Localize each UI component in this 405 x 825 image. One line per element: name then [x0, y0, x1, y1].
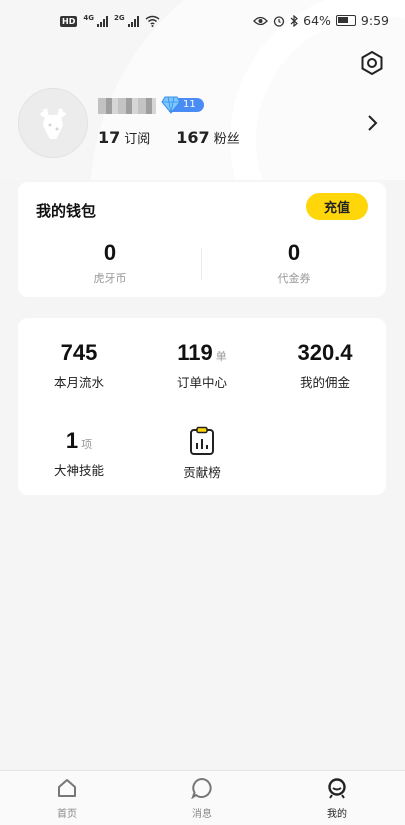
huya-coin-value: 0 — [103, 240, 117, 265]
profile-detail-button[interactable] — [365, 113, 379, 133]
net-label-2: 2G — [113, 14, 125, 22]
stats-card: 745 本月流水 119 单 订单中心 320.4 我的佣金 1项 大神技能 贡献… — [18, 318, 386, 495]
clipboard-chart-icon — [190, 426, 214, 455]
hd-icon: HD — [60, 15, 78, 27]
tab-messages-label: 消息 — [192, 809, 212, 820]
monthly-flow-label: 本月流水 — [53, 375, 104, 390]
subscriptions-count[interactable]: 17 — [98, 128, 120, 147]
signal-icon — [96, 15, 108, 27]
subscriptions-label[interactable]: 订阅 — [124, 128, 150, 147]
voucher-item[interactable]: 0 代金券 — [202, 240, 386, 286]
clock-time: 9:59 — [360, 13, 389, 28]
skills-value: 1 — [65, 428, 79, 453]
huya-coin-item[interactable]: 0 虎牙币 — [18, 240, 202, 286]
wifi-icon — [145, 15, 160, 27]
contribution-item[interactable]: 贡献榜 — [141, 426, 263, 481]
skills-unit: 项 — [81, 439, 93, 451]
follow-stats: 17 订阅 167 粉丝 — [98, 128, 240, 147]
tab-mine-label: 我的 — [327, 809, 347, 820]
status-bar: HD 4G 2G 64% 9:59 — [0, 0, 405, 44]
voucher-label: 代金券 — [277, 272, 311, 285]
fans-count[interactable]: 167 — [176, 128, 209, 147]
tab-messages[interactable]: 消息 — [162, 777, 242, 820]
order-unit: 单 — [215, 351, 227, 363]
alarm-icon — [273, 15, 285, 27]
bottom-tab-bar: 首页 消息 我的 — [0, 770, 405, 825]
avatar[interactable] — [18, 88, 88, 158]
order-center-label: 订单中心 — [176, 375, 227, 390]
monthly-flow-item[interactable]: 745 本月流水 — [18, 340, 140, 391]
wallet-card: 我的钱包 充值 0 虎牙币 0 代金券 — [18, 182, 386, 297]
skills-item[interactable]: 1项 大神技能 — [18, 428, 140, 479]
tab-home[interactable]: 首页 — [27, 777, 107, 820]
commission-value: 320.4 — [297, 340, 353, 365]
recharge-button[interactable]: 充值 — [306, 193, 368, 220]
voucher-value: 0 — [287, 240, 301, 265]
username-redacted — [98, 98, 156, 114]
signal-icon-2 — [127, 15, 139, 27]
huya-coin-label: 虎牙币 — [93, 272, 127, 285]
commission-label: 我的佣金 — [299, 375, 350, 390]
diamond-icon — [161, 96, 181, 114]
skills-label: 大神技能 — [53, 463, 104, 478]
commission-item[interactable]: 320.4 我的佣金 — [264, 340, 386, 391]
tab-mine[interactable]: 我的 — [297, 777, 377, 820]
fans-label[interactable]: 粉丝 — [214, 128, 240, 147]
contribution-label: 贡献榜 — [183, 465, 221, 480]
battery-percent: 64% — [303, 13, 331, 28]
settings-button[interactable] — [359, 50, 385, 76]
battery-icon — [335, 15, 356, 26]
tab-home-label: 首页 — [57, 809, 77, 820]
order-value: 119 — [177, 340, 213, 365]
net-label-1: 4G — [83, 14, 94, 22]
order-center-item[interactable]: 119 单 订单中心 — [141, 340, 263, 391]
wallet-title: 我的钱包 — [36, 202, 97, 220]
settings-hexagon-icon — [361, 50, 383, 76]
eye-icon — [253, 16, 269, 25]
profile-icon — [328, 778, 346, 799]
bluetooth-icon — [290, 14, 299, 27]
status-left: HD 4G 2G — [60, 14, 160, 28]
message-icon — [191, 777, 212, 800]
deer-placeholder-icon — [39, 108, 67, 139]
status-right: 64% 9:59 — [253, 13, 389, 28]
home-icon — [58, 779, 76, 797]
level-badge[interactable]: 11 — [161, 96, 204, 114]
monthly-flow-value: 745 — [60, 340, 98, 365]
chevron-right-icon — [368, 115, 378, 131]
